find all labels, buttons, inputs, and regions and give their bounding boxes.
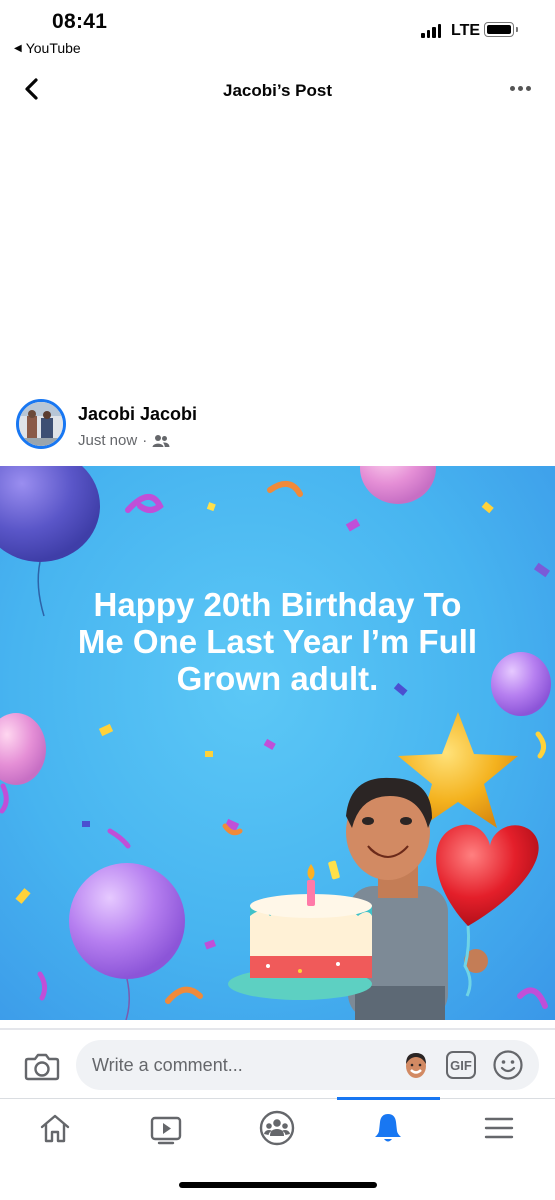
- tab-home[interactable]: [35, 1108, 75, 1148]
- post-image-birthday-card[interactable]: Happy 20th Birthday To Me One Last Year …: [0, 466, 555, 1020]
- tab-menu[interactable]: [479, 1108, 519, 1148]
- tab-watch[interactable]: [146, 1108, 186, 1148]
- balloon-bottom-purple: [69, 863, 185, 979]
- avatar-sticker-button[interactable]: [402, 1050, 430, 1080]
- birthday-decorations: [0, 466, 551, 1020]
- groups-icon: [259, 1110, 295, 1146]
- back-app-label: YouTube: [25, 40, 81, 56]
- notifications-icon: [375, 1114, 401, 1142]
- comment-placeholder: Write a comment...: [92, 1055, 243, 1075]
- birthday-message: Happy 20th Birthday To Me One Last Year …: [20, 586, 535, 697]
- balloon-left-pink: [0, 713, 46, 785]
- more-options-icon[interactable]: [510, 80, 538, 96]
- tab-groups[interactable]: [257, 1108, 297, 1148]
- heart-balloon: [436, 824, 539, 926]
- status-time: 08:41: [52, 10, 108, 33]
- active-tab-indicator: [337, 1097, 440, 1100]
- camera-icon: [24, 1053, 60, 1081]
- home-icon: [40, 1114, 70, 1143]
- gif-button[interactable]: GIF: [446, 1051, 476, 1079]
- tabbar-border: [0, 1098, 555, 1099]
- signal-icon: [421, 24, 441, 38]
- watch-icon: [150, 1116, 182, 1145]
- post-timestamp: Just now: [78, 432, 138, 449]
- birthday-line: Me One Last Year I’m Full: [77, 623, 478, 660]
- menu-icon: [484, 1117, 514, 1139]
- birthday-line: Grown adult.: [176, 660, 379, 697]
- friends-icon[interactable]: [152, 434, 170, 448]
- avatar-face-icon: [406, 1053, 426, 1078]
- birthday-line: Happy 20th Birthday To: [93, 586, 462, 623]
- battery-icon: [484, 22, 518, 37]
- camera-button[interactable]: [22, 1046, 62, 1086]
- network-label: LTE: [451, 22, 481, 39]
- author-avatar[interactable]: [16, 399, 66, 449]
- back-to-app-link[interactable]: ◀ YouTube: [14, 40, 81, 56]
- page-title: Jacobi’s Post: [223, 81, 332, 100]
- post-meta: Just now ·: [78, 432, 170, 449]
- tab-notifications[interactable]: [368, 1108, 408, 1148]
- meta-separator: ·: [142, 432, 148, 449]
- smiley-icon: [493, 1050, 523, 1080]
- balloon-topleft: [0, 466, 100, 562]
- back-triangle-icon: ◀: [14, 42, 22, 54]
- home-indicator: [179, 1182, 377, 1188]
- balloon-top-pink: [360, 466, 436, 504]
- divider: [0, 1028, 555, 1030]
- author-name[interactable]: Jacobi Jacobi: [78, 404, 197, 425]
- emoji-button[interactable]: [492, 1049, 524, 1081]
